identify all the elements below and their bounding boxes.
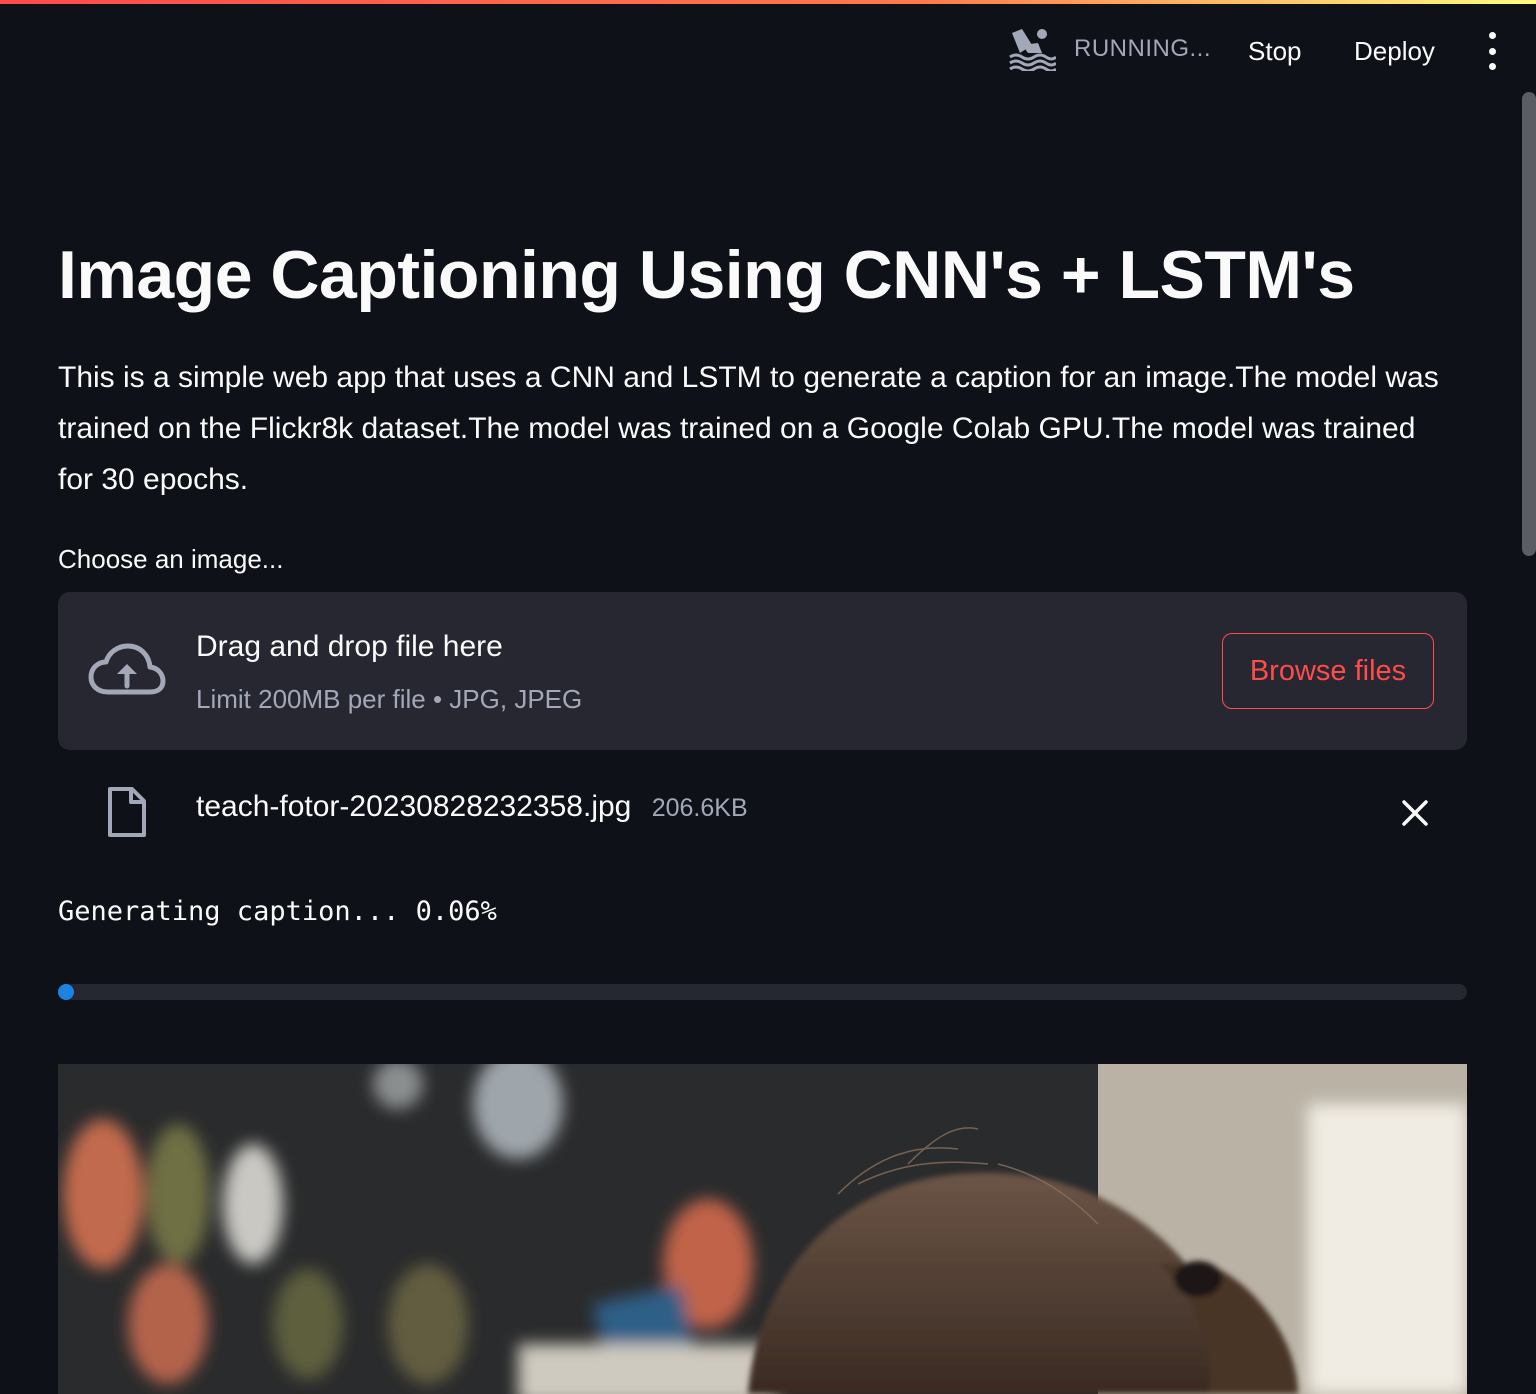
swimmer-icon <box>1009 29 1056 71</box>
app-header: RUNNING... Stop Deploy <box>0 4 1536 90</box>
browse-files-button[interactable]: Browse files <box>1222 633 1434 709</box>
file-name-text: teach-fotor-20230828232358.jpg <box>196 790 632 823</box>
close-icon[interactable] <box>1398 796 1432 830</box>
uploaded-image-preview <box>58 1064 1467 1394</box>
dropzone-limit-text: Limit 200MB per file • JPG, JPEG <box>196 684 583 714</box>
stop-button[interactable]: Stop <box>1248 30 1302 72</box>
kebab-menu-icon <box>1488 63 1496 70</box>
file-icon <box>108 787 146 837</box>
page-scrollbar[interactable] <box>1522 92 1536 556</box>
progress-bar <box>58 984 1467 1000</box>
dropzone-title: Drag and drop file here <box>196 630 503 663</box>
app-description: This is a simple web app that uses a CNN… <box>58 361 1439 496</box>
file-size-text: 206.6KB <box>651 794 748 822</box>
running-status-text: RUNNING... <box>1074 35 1211 62</box>
kebab-menu-icon <box>1488 32 1496 39</box>
progress-bar-fill <box>58 984 74 1000</box>
page-title: Image Captioning Using CNN's + LSTM's <box>58 237 1355 313</box>
progress-status-text: Generating caption... 0.06% <box>58 896 497 927</box>
file-uploader-label: Choose an image... <box>58 544 284 574</box>
kebab-menu-icon <box>1488 47 1496 55</box>
file-dropzone[interactable]: Drag and drop file here Limit 200MB per … <box>58 592 1467 750</box>
running-status-widget: RUNNING... <box>1008 26 1211 72</box>
deploy-button[interactable]: Deploy <box>1354 30 1435 72</box>
main-menu-button[interactable] <box>1478 32 1506 70</box>
uploaded-file-row: teach-fotor-20230828232358.jpg 206.6KB <box>58 782 1467 844</box>
uploaded-file-name: teach-fotor-20230828232358.jpg 206.6KB <box>196 790 748 824</box>
cloud-upload-icon <box>88 643 166 695</box>
